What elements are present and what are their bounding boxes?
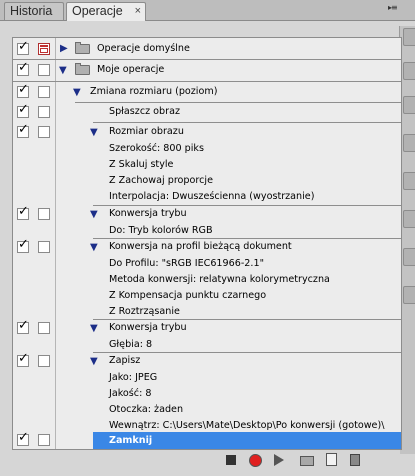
row-label: Moje operacje [97,64,165,75]
strip-button-5[interactable] [403,172,415,190]
row-label: Głębia: 8 [109,339,153,350]
row-label: Operacje domyślne [97,43,190,54]
row-label: Zmiana rozmiaru (poziom) [90,86,218,97]
selection-highlight: Zamknij [93,432,401,449]
record-icon[interactable] [249,454,262,467]
new-set-icon[interactable] [300,456,314,466]
action-row[interactable]: ✓ ▼ Zmiana rozmiaru (poziom) [13,82,401,102]
row-label: Spłaszcz obraz [109,106,180,117]
toggle-item-checkbox[interactable]: ✓ [17,39,29,55]
expanded-triangle-icon[interactable]: ▼ [59,65,67,77]
play-icon[interactable] [274,454,284,466]
check-icon: ✓ [18,122,29,137]
check-icon: ✓ [18,39,29,54]
dialog-toggle-box[interactable] [38,126,50,138]
actions-panel: Historia Operacje × ▸≡ ✓ ▶ Operacje domyś… [0,0,415,476]
row-label: Do: Tryb kolorów RGB [109,225,213,236]
expanded-triangle-icon[interactable]: ▼ [90,127,98,139]
tab-historia-label: Historia [10,4,53,18]
toggle-item-checkbox[interactable]: ✓ [17,82,29,98]
row-label: Wewnątrz: C:\Users\Mate\Desktop\Po konwe… [109,420,385,431]
check-icon: ✓ [18,237,29,252]
strip-button-6[interactable] [403,210,415,228]
folder-icon [75,42,90,54]
strip-button-7[interactable] [403,248,415,266]
toggle-item-checkbox[interactable]: ✓ [17,351,29,367]
check-icon: ✓ [18,318,29,333]
command-row[interactable]: ✓ Spłaszcz obraz [13,102,401,122]
check-icon: ✓ [18,60,29,75]
dialog-toggle-box[interactable] [38,64,50,76]
actions-toolbar [12,450,400,472]
expanded-triangle-icon[interactable]: ▼ [73,87,81,99]
row-label: Otoczka: żaden [109,404,184,415]
row-label: Szerokość: 800 piks [109,143,204,154]
dialog-toggle-box[interactable] [38,322,50,334]
dialog-toggle-box[interactable] [38,241,50,253]
row-label: Konwersja trybu [109,322,187,333]
strip-button-3[interactable] [403,96,415,114]
strip-button-1[interactable] [403,28,415,46]
trash-icon[interactable] [350,454,360,466]
row-label: Z Skaluj style [109,159,174,170]
row-label: Konwersja trybu [109,208,187,219]
strip-button-4[interactable] [403,134,415,152]
tab-operacje-label: Operacje [72,4,123,18]
toggle-item-checkbox[interactable]: ✓ [17,122,29,138]
expanded-triangle-icon[interactable]: ▼ [90,242,98,254]
toggle-item-checkbox[interactable]: ✓ [17,237,29,253]
toggle-item-checkbox[interactable]: ✓ [17,318,29,334]
toggle-item-checkbox[interactable]: ✓ [17,430,29,446]
toggle-item-checkbox[interactable]: ✓ [17,60,29,76]
expanded-triangle-icon[interactable]: ▼ [90,209,98,221]
tab-historia[interactable]: Historia [4,2,64,20]
dialog-toggle-box[interactable] [38,355,50,367]
row-label: Zapisz [109,355,141,366]
check-icon: ✓ [18,430,29,445]
tab-operacje[interactable]: Operacje × [66,2,146,21]
row-label: Rozmiar obrazu [109,126,184,137]
tab-bar: Historia Operacje × ▸≡ [0,0,415,21]
check-icon: ✓ [18,204,29,219]
new-action-icon[interactable] [326,453,337,466]
strip-button-2[interactable] [403,62,415,80]
command-row-selected[interactable]: ✓ Zamknij [13,430,401,449]
toggle-item-checkbox[interactable]: ✓ [17,102,29,118]
row-label: Metoda konwersji: relatywna kolorymetryc… [109,274,330,285]
folder-icon [75,63,90,75]
row-label: Do Profilu: "sRGB IEC61966-2.1" [109,258,264,269]
panel-menu-icon[interactable]: ▸≡ [388,3,398,12]
expanded-triangle-icon[interactable]: ▼ [90,323,98,335]
row-label: Z Roztrząsanie [109,306,180,317]
collapsed-triangle-icon[interactable]: ▶ [60,43,68,55]
row-label: Interpolacja: Dwusześcienna (wyostrzanie… [109,191,315,202]
dialog-toggle-box[interactable] [38,208,50,220]
row-label: Konwersja na profil bieżącą dokument [109,241,292,252]
dialog-toggle-box[interactable] [38,106,50,118]
dialog-toggle-box[interactable] [38,86,50,98]
row-label: Jako: JPEG [109,372,158,383]
expanded-triangle-icon[interactable]: ▼ [90,356,98,368]
row-label: Z Zachowaj proporcje [109,175,213,186]
close-tab-icon[interactable]: × [135,3,141,20]
stop-icon[interactable] [226,455,236,465]
check-icon: ✓ [18,102,29,117]
toggle-item-checkbox[interactable]: ✓ [17,204,29,220]
action-set-row[interactable]: ✓ ▼ Moje operacje [13,60,401,80]
check-icon: ✓ [18,351,29,366]
actions-list: ✓ ▶ Operacje domyślne ✓ ▼ Moje operacje … [12,37,402,450]
action-set-row[interactable]: ✓ ▶ Operacje domyślne [13,39,401,59]
resize-grip-icon[interactable] [386,462,396,472]
dialog-toggle-icon[interactable] [38,43,50,55]
check-icon: ✓ [18,82,29,97]
row-label: Zamknij [109,435,153,446]
strip-button-8[interactable] [403,286,415,304]
dialog-toggle-box[interactable] [38,434,50,446]
row-label: Jakość: 8 [109,388,152,399]
row-label: Z Kompensacja punktu czarnego [109,290,267,301]
